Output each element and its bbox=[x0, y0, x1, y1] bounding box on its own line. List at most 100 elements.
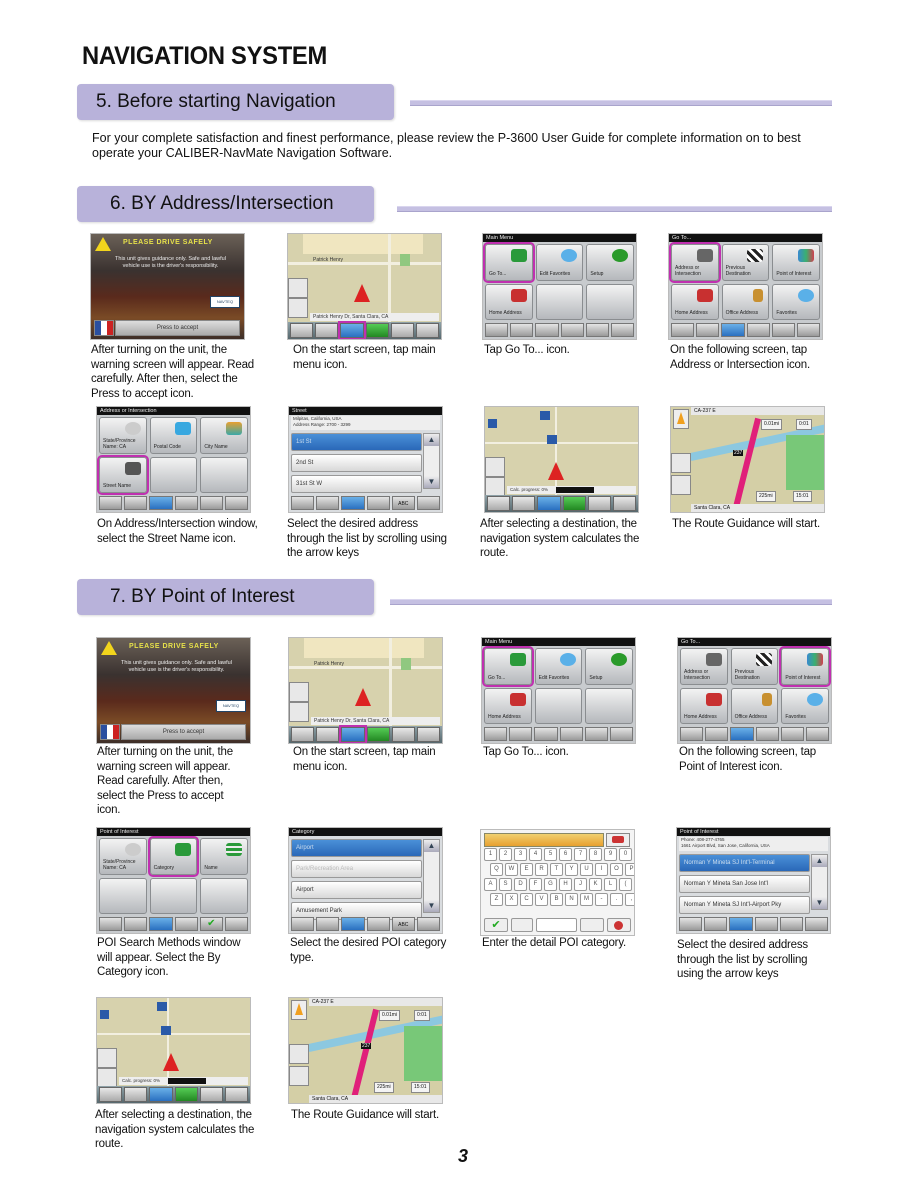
main-menu-button[interactable] bbox=[149, 496, 173, 510]
zoom-out-button[interactable] bbox=[315, 323, 339, 338]
home-address-button[interactable]: Home Address bbox=[485, 283, 533, 320]
page-button[interactable] bbox=[754, 917, 778, 931]
setup-button[interactable]: Setup bbox=[586, 244, 634, 281]
keyboard-key[interactable]: 8 bbox=[589, 848, 602, 861]
home-address-button[interactable]: Home Address bbox=[671, 283, 719, 320]
keyboard-key[interactable]: T bbox=[550, 863, 563, 876]
zoom-in-button[interactable] bbox=[291, 727, 315, 742]
scrollbar[interactable]: ▲ ▼ bbox=[423, 839, 440, 913]
keyboard-key[interactable]: M bbox=[580, 893, 593, 906]
keyboard-key[interactable]: R bbox=[535, 863, 548, 876]
poi-button[interactable] bbox=[612, 496, 637, 511]
view-button[interactable] bbox=[365, 323, 389, 338]
gps-button[interactable] bbox=[484, 727, 508, 741]
keyboard-mode-button[interactable]: ABC bbox=[391, 917, 415, 931]
turn-icon[interactable] bbox=[97, 1068, 117, 1088]
back-button[interactable] bbox=[610, 323, 635, 337]
main-menu-button[interactable] bbox=[341, 496, 365, 510]
keyboard-key[interactable]: G bbox=[544, 878, 557, 891]
compass-icon[interactable] bbox=[288, 278, 308, 298]
favorites-button[interactable]: Favorites bbox=[772, 283, 820, 320]
zoom-in-button[interactable] bbox=[290, 323, 314, 338]
keyboard-key[interactable]: 6 bbox=[559, 848, 572, 861]
favorites-button[interactable]: Favorites bbox=[781, 687, 829, 724]
gps-button[interactable] bbox=[99, 496, 123, 510]
compass-icon[interactable] bbox=[289, 682, 309, 702]
turn-icon[interactable] bbox=[671, 475, 691, 495]
turn-icon[interactable] bbox=[288, 298, 308, 318]
scroll-up-icon[interactable]: ▲ bbox=[812, 855, 827, 867]
confirm-button[interactable]: ✔ bbox=[484, 918, 508, 932]
map-view-icon[interactable] bbox=[97, 1048, 117, 1068]
gps-button[interactable] bbox=[679, 917, 703, 931]
keyboard-key[interactable]: F bbox=[529, 878, 542, 891]
previous-destination-button[interactable]: Previous Destination bbox=[721, 244, 770, 281]
back-button[interactable] bbox=[224, 917, 249, 931]
turn-icon[interactable] bbox=[289, 1066, 309, 1086]
list-item[interactable]: Norman Y Mineta SJ Int'l-Terminal bbox=[679, 854, 810, 872]
gps-button[interactable] bbox=[485, 323, 509, 337]
name-button[interactable]: Name bbox=[200, 838, 248, 875]
edit-favorites-button[interactable]: Edit Favorites bbox=[535, 244, 584, 281]
pin-button[interactable] bbox=[199, 1087, 223, 1102]
keyboard-key[interactable]: K bbox=[589, 878, 602, 891]
address-intersection-button[interactable]: Address or Intersection bbox=[669, 242, 721, 283]
postal-code-button[interactable]: Postal Code bbox=[149, 417, 198, 454]
scrollbar[interactable]: ▲ ▼ bbox=[811, 854, 828, 910]
main-menu-button[interactable] bbox=[149, 917, 173, 931]
main-menu-button[interactable] bbox=[149, 1087, 173, 1102]
car-button[interactable] bbox=[580, 918, 604, 932]
view-button[interactable] bbox=[562, 496, 586, 511]
back-button[interactable] bbox=[224, 496, 249, 510]
list-item[interactable]: Park/Recreation Area bbox=[291, 860, 422, 878]
turn-icon[interactable] bbox=[289, 702, 309, 722]
poi-button[interactable] bbox=[416, 727, 441, 742]
scroll-up-icon[interactable]: ▲ bbox=[424, 434, 439, 446]
keyboard-key[interactable]: 7 bbox=[574, 848, 587, 861]
state-name-button[interactable]: State/Province Name: CA bbox=[99, 417, 147, 454]
checkmark-button[interactable]: ✔ bbox=[199, 917, 223, 931]
keyboard-key[interactable]: - bbox=[595, 893, 608, 906]
list-item[interactable]: 2nd St bbox=[291, 454, 422, 472]
keyboard-key[interactable]: C bbox=[520, 893, 533, 906]
go-to-button[interactable]: Go To... bbox=[483, 242, 535, 283]
main-menu-button[interactable] bbox=[729, 917, 753, 931]
home-address-button[interactable]: Home Address bbox=[680, 687, 728, 724]
cancel-button[interactable] bbox=[607, 918, 631, 932]
edit-favorites-button[interactable]: Edit Favorites bbox=[534, 648, 583, 685]
home-address-button[interactable]: Home Address bbox=[484, 687, 532, 724]
keyboard-mode-button[interactable]: ABC bbox=[391, 496, 415, 510]
gps-button[interactable] bbox=[291, 496, 315, 510]
press-to-accept-button[interactable]: Press to accept bbox=[115, 320, 240, 336]
keyboard-layout-button[interactable] bbox=[511, 918, 533, 932]
scroll-down-icon[interactable]: ▼ bbox=[424, 476, 439, 488]
pin-button[interactable] bbox=[391, 727, 415, 742]
keyboard-key[interactable]: Q bbox=[490, 863, 503, 876]
back-button[interactable] bbox=[804, 917, 829, 931]
page-button[interactable] bbox=[316, 917, 340, 931]
state-name-button[interactable]: State/Province Name: CA bbox=[99, 838, 147, 875]
space-button[interactable] bbox=[536, 918, 577, 932]
language-flag-icon[interactable] bbox=[100, 724, 120, 740]
page-button[interactable] bbox=[366, 496, 390, 510]
gps-button[interactable] bbox=[291, 917, 315, 931]
office-address-button[interactable]: Office Address bbox=[730, 687, 779, 724]
main-menu-button[interactable] bbox=[730, 727, 754, 741]
map-view-icon[interactable] bbox=[671, 453, 691, 473]
pin-button[interactable] bbox=[390, 323, 414, 338]
keyboard-key[interactable]: 4 bbox=[529, 848, 542, 861]
backspace-button[interactable] bbox=[606, 833, 630, 847]
keyboard-key[interactable]: U bbox=[580, 863, 593, 876]
keyboard-key[interactable]: D bbox=[514, 878, 527, 891]
poi-button[interactable] bbox=[415, 323, 440, 338]
back-button[interactable] bbox=[805, 727, 830, 741]
keyboard-key[interactable]: 9 bbox=[604, 848, 617, 861]
keyboard-key[interactable]: V bbox=[535, 893, 548, 906]
scroll-down-icon[interactable]: ▼ bbox=[424, 900, 439, 912]
map-view-icon[interactable] bbox=[485, 457, 505, 477]
list-item[interactable]: Norman Y Mineta SJ Int'l-Airport Pky bbox=[679, 896, 810, 914]
zoom-out-button[interactable] bbox=[316, 727, 340, 742]
keyboard-key[interactable]: Y bbox=[565, 863, 578, 876]
point-of-interest-button[interactable]: Point of Interest bbox=[779, 646, 831, 687]
keyboard-key[interactable]: J bbox=[574, 878, 587, 891]
